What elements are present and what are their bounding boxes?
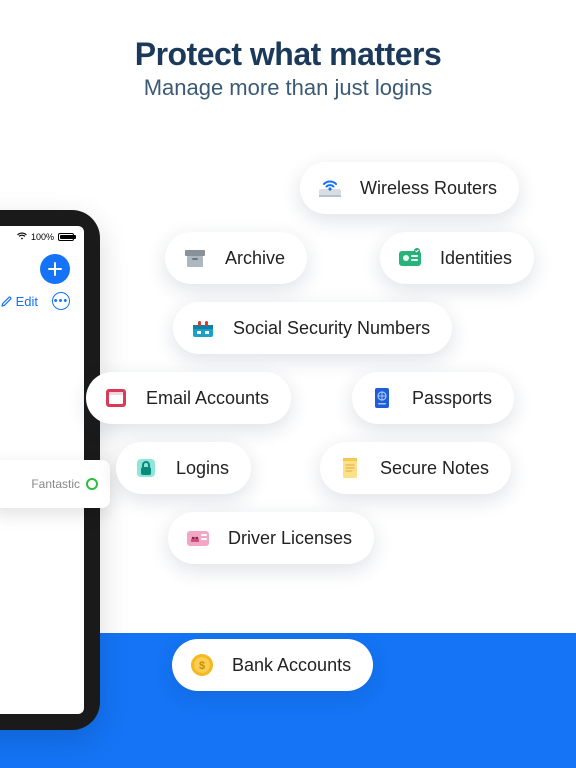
passport-icon — [366, 382, 398, 414]
pill-label: Email Accounts — [146, 388, 269, 409]
lock-icon — [130, 452, 162, 484]
license-icon — [182, 522, 214, 554]
category-secure-notes[interactable]: Secure Notes — [320, 442, 511, 494]
category-archive[interactable]: Archive — [165, 232, 307, 284]
category-driver-licenses[interactable]: Driver Licenses — [168, 512, 374, 564]
pill-label: Secure Notes — [380, 458, 489, 479]
pill-label: Archive — [225, 248, 285, 269]
pill-label: Wireless Routers — [360, 178, 497, 199]
category-identities[interactable]: Identities — [380, 232, 534, 284]
pill-label: Bank Accounts — [232, 655, 351, 676]
identity-icon — [394, 242, 426, 274]
pill-label: Driver Licenses — [228, 528, 352, 549]
category-passports[interactable]: Passports — [352, 372, 514, 424]
archive-icon — [179, 242, 211, 274]
bank-icon: $ — [186, 649, 218, 681]
pill-label: Social Security Numbers — [233, 318, 430, 339]
category-bank-accounts[interactable]: $ Bank Accounts — [172, 639, 373, 691]
category-logins[interactable]: Logins — [116, 442, 251, 494]
category-ssn[interactable]: Social Security Numbers — [173, 302, 452, 354]
category-wireless-routers[interactable]: Wireless Routers — [300, 162, 519, 214]
pill-label: Logins — [176, 458, 229, 479]
category-email[interactable]: Email Accounts — [86, 372, 291, 424]
email-icon — [100, 382, 132, 414]
svg-text:$: $ — [199, 660, 205, 672]
note-icon — [334, 452, 366, 484]
pill-label: Passports — [412, 388, 492, 409]
pill-label: Identities — [440, 248, 512, 269]
router-icon — [314, 172, 346, 204]
ssn-icon — [187, 312, 219, 344]
